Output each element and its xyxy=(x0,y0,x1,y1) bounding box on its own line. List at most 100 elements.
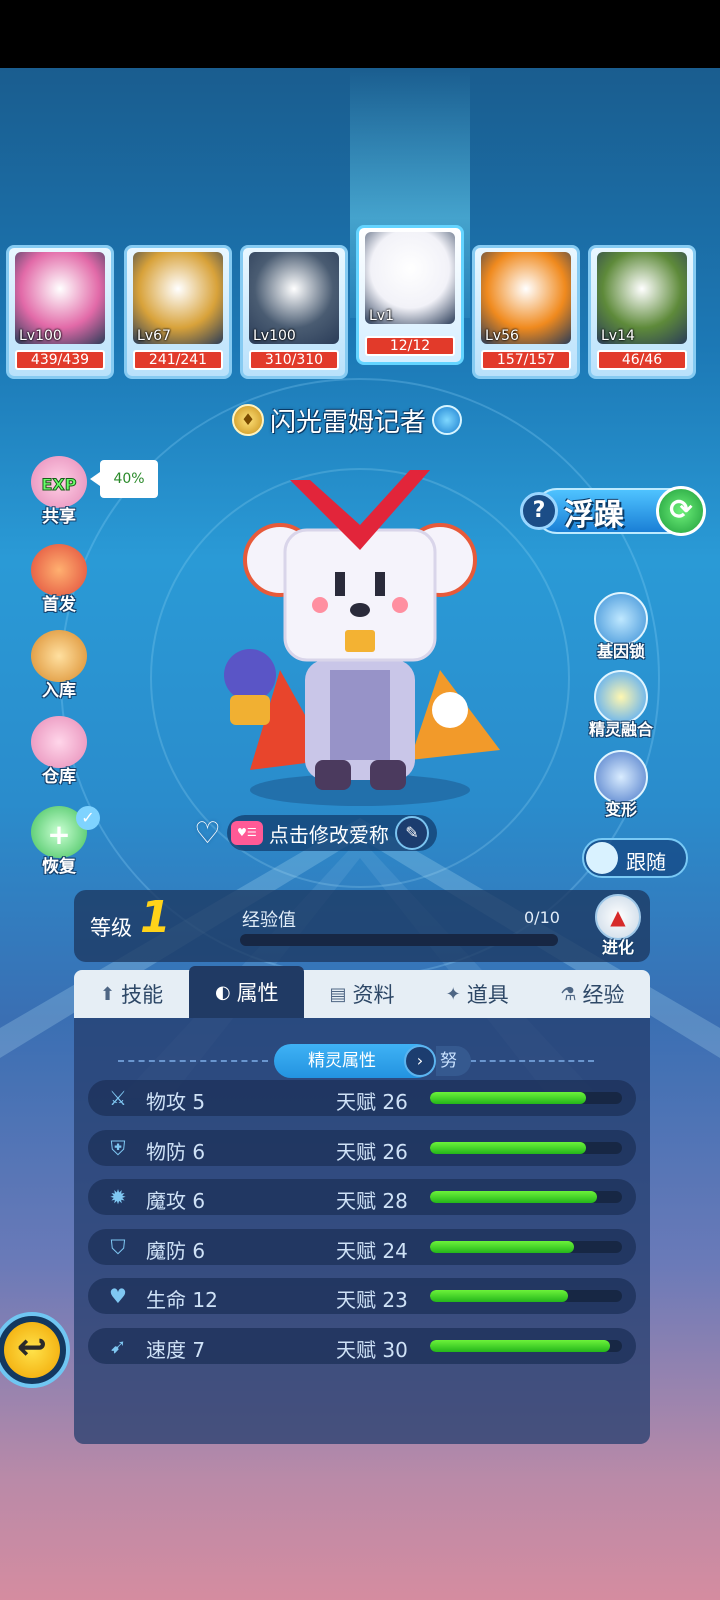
tab-items[interactable]: ✦ 道具 xyxy=(420,970,535,1018)
nickname-hint: 点击修改爱称 xyxy=(268,822,389,847)
talent-bar-fill xyxy=(430,1092,586,1104)
attribute-header: 精灵属性 › 努 xyxy=(274,1044,471,1078)
sword-icon: ⚔ xyxy=(109,1086,127,1110)
chevron-right-icon[interactable]: › xyxy=(404,1045,436,1077)
evolve-button[interactable]: ▲ 进化 xyxy=(584,888,652,964)
talent-bar-fill xyxy=(430,1191,598,1203)
pet-card[interactable]: Lv14 46/46 xyxy=(588,245,696,379)
fusion-label: 精灵融合 xyxy=(588,720,653,739)
level-label: 等级 xyxy=(90,916,132,940)
pet-level: Lv56 xyxy=(485,328,519,344)
share-label: 共享 xyxy=(42,507,76,527)
exp-value: 0/10 xyxy=(524,908,560,927)
temperament-label: 浮躁 xyxy=(564,498,624,533)
tab-experience[interactable]: ⚗ 经验 xyxy=(535,970,650,1018)
attributes-icon: ◐ xyxy=(214,981,231,1003)
skills-icon: ⬆ xyxy=(100,983,116,1005)
stat-name: 生命 12 xyxy=(146,1288,218,1312)
restore-label: 恢复 xyxy=(42,857,76,877)
share-button[interactable]: EXP 共享 xyxy=(24,456,94,527)
stat-talent: 天赋 23 xyxy=(336,1288,408,1312)
stat-row: ⚔ 物攻 5 天赋 26 xyxy=(88,1080,636,1116)
stat-talent: 天赋 26 xyxy=(336,1139,408,1164)
tab-label: 资料 xyxy=(352,983,395,1007)
pet-card[interactable]: Lv100 310/310 xyxy=(240,245,348,379)
store-in-label: 入库 xyxy=(42,681,76,701)
help-icon[interactable]: ? xyxy=(520,492,558,530)
lead-icon xyxy=(31,544,87,596)
detail-tabs: ⬆ 技能 ◐ 属性 ▤ 资料 ✦ 道具 ⚗ 经验 xyxy=(74,966,650,1018)
talent-bar-fill xyxy=(430,1339,611,1352)
pet-hp: 46/46 xyxy=(597,350,687,370)
talent-bar-fill xyxy=(430,1240,574,1253)
pet-card[interactable]: Lv56 157/157 xyxy=(472,245,580,379)
items-icon: ✦ xyxy=(445,983,461,1005)
pet-level: Lv100 xyxy=(253,328,296,344)
refresh-icon[interactable]: ⟳ xyxy=(656,486,706,536)
stat-row: ⛨ 物防 6 天赋 26 xyxy=(88,1129,636,1166)
pet-level: Lv1 xyxy=(369,308,394,324)
stat-name: 速度 7 xyxy=(146,1337,206,1362)
attribute-next-tab[interactable]: 努 xyxy=(436,1046,471,1076)
pet-card[interactable]: Lv67 241/241 xyxy=(124,245,232,379)
divider-line xyxy=(470,1060,594,1062)
stat-name: 魔防 6 xyxy=(146,1238,206,1263)
talent-bar-fill xyxy=(430,1290,569,1302)
profile-icon: ▤ xyxy=(329,983,347,1005)
level-value: 1 xyxy=(140,892,171,943)
talent-bar xyxy=(430,1092,622,1104)
shield-icon: ⛨ xyxy=(110,1135,126,1160)
warehouse-button[interactable]: 仓库 xyxy=(24,716,94,787)
talent-bar xyxy=(430,1290,622,1302)
talent-bar xyxy=(430,1191,622,1203)
transform-button[interactable]: 变形 xyxy=(576,750,666,820)
tab-label: 属性 xyxy=(236,981,279,1005)
pet-level: Lv100 xyxy=(19,328,62,344)
lead-label: 首发 xyxy=(42,595,76,615)
talent-bar xyxy=(430,1339,622,1352)
tab-label: 技能 xyxy=(121,983,164,1007)
stat-talent: 天赋 28 xyxy=(336,1189,408,1213)
experience-icon: ⚗ xyxy=(560,983,577,1005)
divider-line xyxy=(118,1060,268,1062)
temperament-badge: ? 浮躁 ⟳ xyxy=(520,482,706,540)
follow-label: 跟随 xyxy=(626,850,666,874)
store-in-icon xyxy=(31,630,87,682)
gene-lock-label: 基因锁 xyxy=(596,642,645,661)
pet-hp: 310/310 xyxy=(249,350,339,370)
store-in-button[interactable]: 入库 xyxy=(24,630,94,701)
fusion-button[interactable]: 精灵融合 xyxy=(576,670,666,740)
tab-skills[interactable]: ⬆ 技能 xyxy=(74,970,189,1018)
stat-name: 魔攻 6 xyxy=(146,1189,206,1213)
pet-level: Lv67 xyxy=(137,328,171,344)
tab-attributes[interactable]: ◐ 属性 xyxy=(189,966,305,1018)
pet-card[interactable]: Lv1 12/12 xyxy=(356,225,464,365)
element-icon xyxy=(432,405,463,435)
stat-talent: 天赋 24 xyxy=(336,1238,408,1263)
pet-hp: 241/241 xyxy=(133,350,223,370)
pet-hp: 157/157 xyxy=(481,350,571,370)
pet-hp: 12/12 xyxy=(365,336,455,356)
follow-toggle[interactable]: 跟随 xyxy=(582,838,688,878)
nickname-tag-icon: ♥☰ xyxy=(230,821,263,845)
tab-profile[interactable]: ▤ 资料 xyxy=(304,970,419,1018)
heart-icon[interactable]: ♡ xyxy=(194,816,221,851)
pet-name-row: ♦ 闪光雷姆记者 xyxy=(232,400,463,440)
rarity-icon: ♦ xyxy=(232,404,264,436)
status-bar xyxy=(0,0,720,68)
talent-bar xyxy=(430,1240,622,1253)
pet-card[interactable]: Lv100 439/439 xyxy=(6,245,114,379)
heart-plus-icon: ♥ xyxy=(109,1284,127,1308)
stat-row: ⛉ 魔防 6 天赋 24 xyxy=(88,1228,636,1265)
stat-talent: 天赋 30 xyxy=(336,1337,408,1362)
lead-button[interactable]: 首发 xyxy=(24,544,94,615)
pet-name: 闪光雷姆记者 xyxy=(270,407,427,438)
stat-talent: 天赋 26 xyxy=(336,1090,408,1114)
share-tooltip: 40% xyxy=(90,460,158,498)
gene-lock-button[interactable]: 基因锁 xyxy=(576,592,666,662)
nickname-box[interactable]: ♥☰ 点击修改爱称 ✎ xyxy=(226,815,437,851)
evolve-label: 进化 xyxy=(601,938,634,957)
warehouse-label: 仓库 xyxy=(42,767,76,787)
pen-icon[interactable]: ✎ xyxy=(394,816,429,850)
warehouse-icon xyxy=(31,716,87,768)
